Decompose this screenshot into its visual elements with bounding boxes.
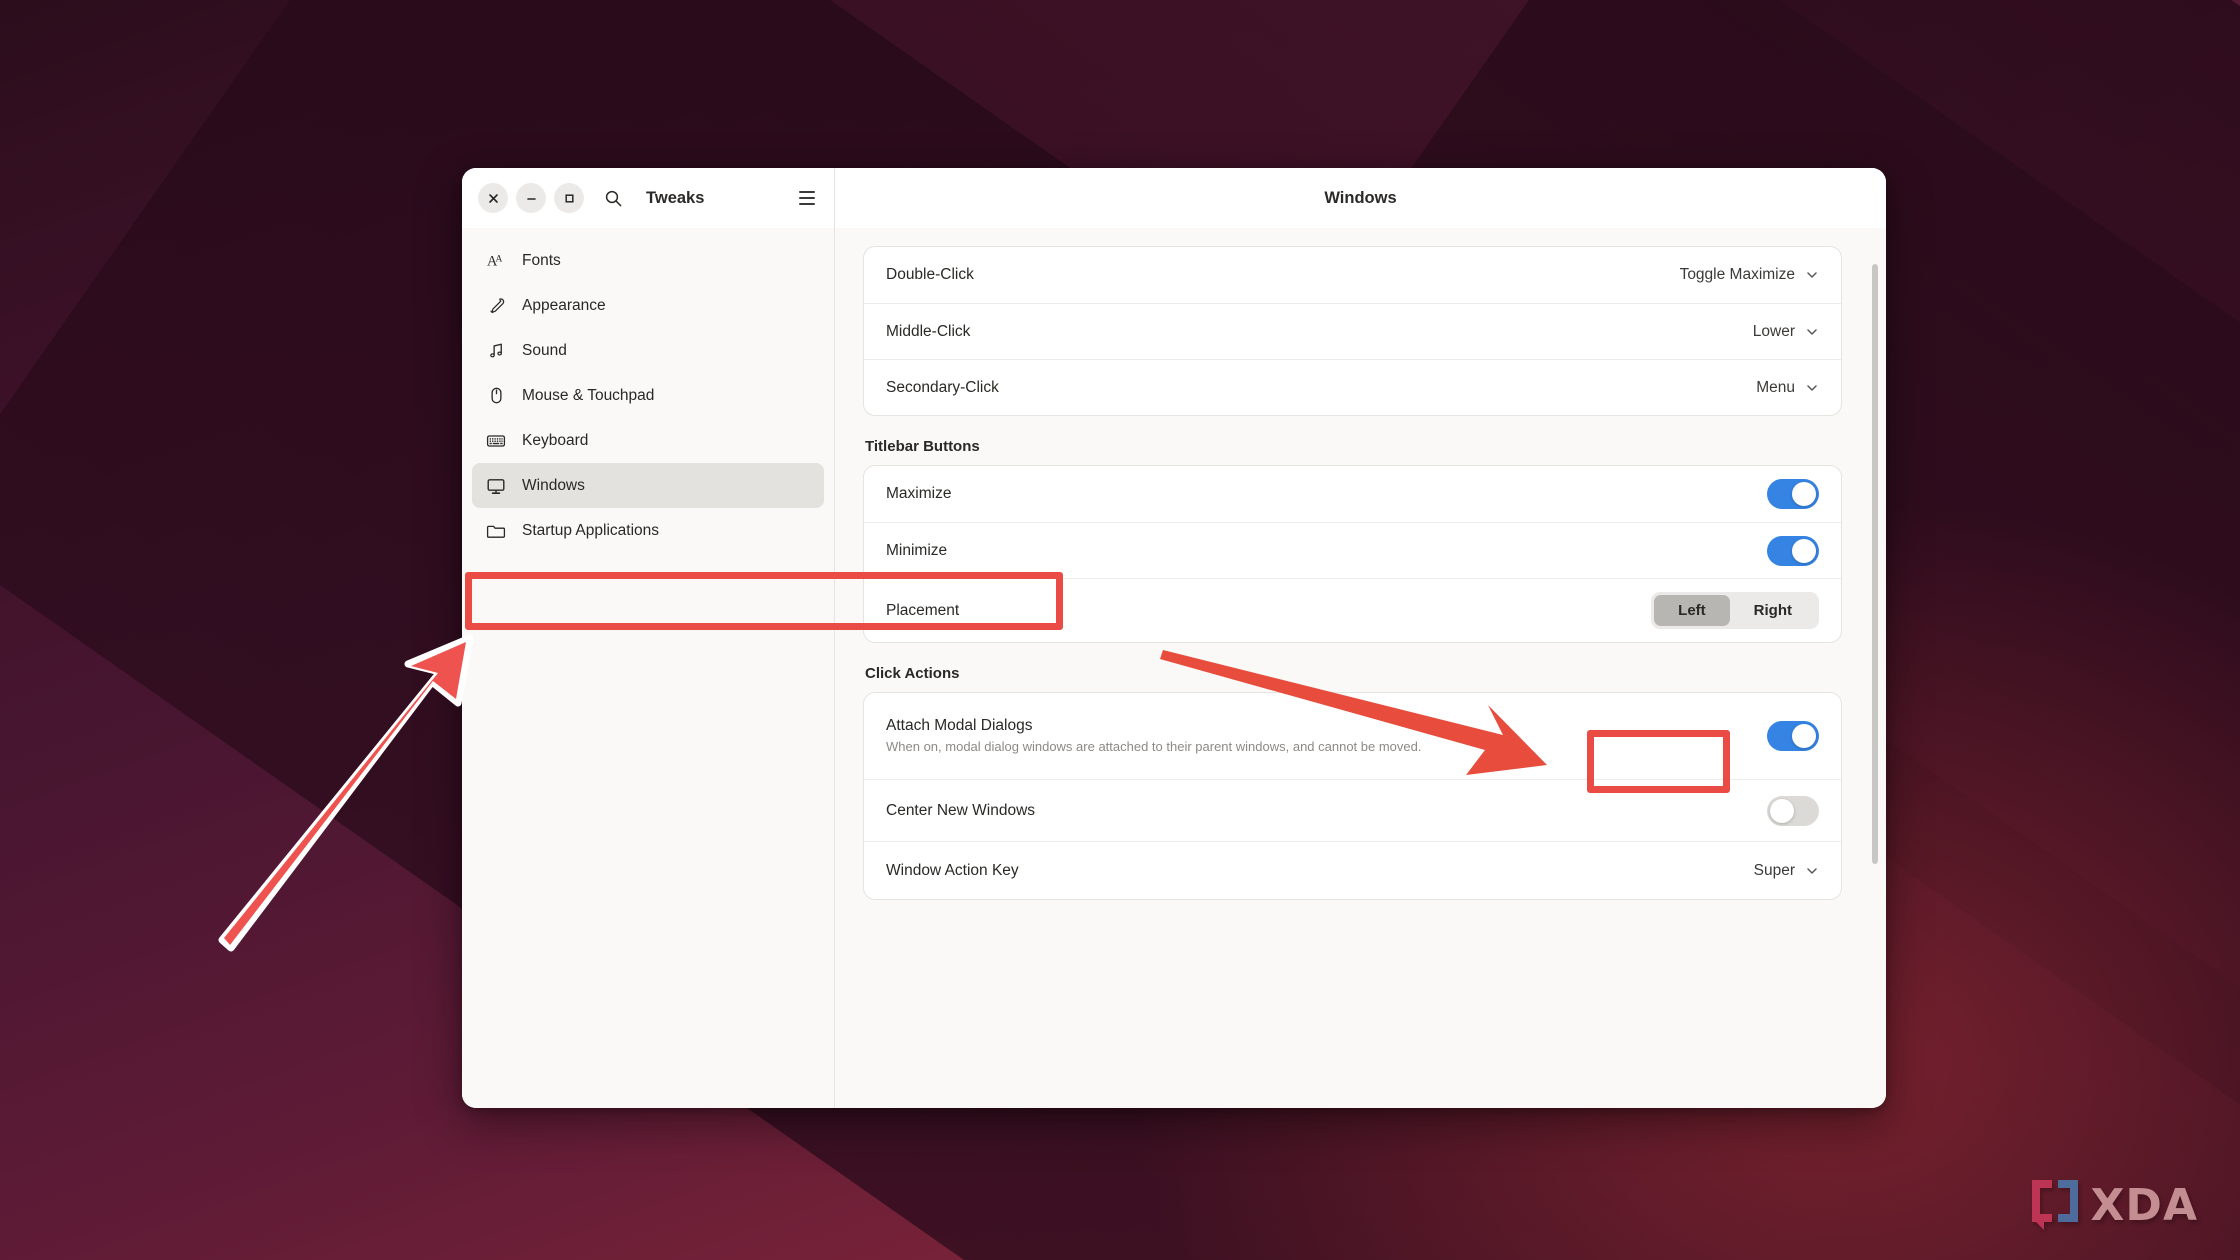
sidebar-item-windows[interactable]: Windows [472, 463, 824, 508]
chevron-down-icon [1807, 272, 1817, 278]
folder-icon [486, 521, 506, 541]
close-icon [488, 193, 498, 203]
row-label: Maximize [886, 485, 952, 502]
window-body: A A Fonts Appearance Sound Mouse & Touch… [462, 228, 1886, 1108]
row-label: Center New Windows [886, 801, 1036, 819]
toggle-knob [1792, 724, 1816, 748]
chevron-down-icon [1807, 867, 1817, 874]
chevron-down-icon [1807, 384, 1817, 391]
maximize-button[interactable] [554, 183, 584, 213]
xda-bracket-logo [2030, 1178, 2082, 1232]
sidebar-item-appearance[interactable]: Appearance [472, 283, 824, 328]
hamburger-line [799, 191, 815, 193]
sidebar-item-sound[interactable]: Sound [472, 328, 824, 373]
toggle-knob [1792, 482, 1816, 506]
click-actions-card: Attach Modal Dialogs When on, modal dial… [863, 692, 1842, 900]
placement-option-right[interactable]: Right [1730, 595, 1816, 626]
row-maximize[interactable]: Maximize [864, 466, 1841, 522]
minimize-toggle[interactable] [1767, 535, 1819, 566]
keyboard-icon [486, 431, 506, 451]
row-label: Window Action Key [886, 861, 1019, 879]
toggle-knob [1770, 798, 1794, 823]
click-behavior-card: Double-Click Toggle Maximize Middle-Clic… [863, 246, 1842, 416]
headerbar-right: Windows [835, 168, 1886, 228]
row-label: Double-Click [886, 266, 974, 283]
headerbar-left: Tweaks [462, 168, 835, 228]
row-title: Attach Modal Dialogs [886, 717, 1033, 735]
row-minimize[interactable]: Minimize [864, 522, 1841, 578]
center-new-windows-toggle[interactable] [1767, 795, 1819, 826]
display-icon [486, 476, 506, 496]
row-value: Super [1753, 861, 1795, 879]
row-label: Placement [886, 601, 960, 619]
svg-text:A: A [495, 254, 502, 264]
main-menu-button[interactable] [794, 185, 820, 211]
mouse-icon [486, 386, 506, 406]
row-value: Menu [1756, 378, 1795, 396]
sidebar-item-label: Sound [522, 341, 567, 359]
maximize-toggle[interactable] [1767, 479, 1819, 509]
row-label: Minimize [886, 541, 948, 559]
headerbar: Tweaks Windows [462, 168, 1886, 228]
section-title-click-actions: Click Actions [865, 665, 960, 682]
row-label: Secondary-Click [886, 378, 999, 396]
search-button[interactable] [598, 183, 628, 213]
settings-content: Double-Click Toggle Maximize Middle-Clic… [835, 228, 1886, 1108]
arrow-to-sidebar [218, 634, 474, 952]
row-placement: Placement Left Right [864, 578, 1841, 642]
titlebar-buttons-card: Maximize Minimize Placement Left Right [863, 465, 1842, 643]
sound-icon [486, 341, 506, 361]
xda-watermark: XDA [2030, 1178, 2199, 1232]
appearance-icon [486, 296, 506, 316]
sidebar-item-label: Keyboard [522, 431, 589, 449]
placement-option-left[interactable]: Left [1654, 595, 1730, 626]
row-secondary-click[interactable]: Secondary-Click Menu [864, 359, 1841, 415]
xda-wordmark: XDA [2090, 1179, 2198, 1231]
row-description: When on, modal dialog windows are attach… [886, 739, 1422, 755]
page-title: Windows [1324, 188, 1397, 207]
desktop-wallpaper: Tweaks Windows A A Fonts Appearance Soun… [0, 0, 2240, 1260]
sidebar-item-fonts[interactable]: A A Fonts [472, 238, 824, 283]
row-double-click[interactable]: Double-Click Toggle Maximize [864, 247, 1841, 303]
row-center-new-windows[interactable]: Center New Windows [864, 779, 1841, 841]
maximize-icon [564, 193, 574, 203]
sidebar: A A Fonts Appearance Sound Mouse & Touch… [462, 228, 835, 1108]
tweaks-window: Tweaks Windows A A Fonts Appearance Soun… [462, 168, 1886, 1108]
section-title-titlebar-buttons: Titlebar Buttons [865, 438, 980, 455]
sidebar-item-label: Mouse & Touchpad [522, 386, 655, 404]
xda-logo-icon [2031, 1180, 2078, 1230]
sidebar-item-label: Fonts [522, 251, 561, 269]
row-attach-modal-dialogs[interactable]: Attach Modal Dialogs When on, modal dial… [864, 693, 1841, 779]
toggle-knob [1792, 538, 1816, 563]
sidebar-item-startup-applications[interactable]: Startup Applications [472, 508, 824, 553]
content-scrollbar[interactable] [1872, 264, 1878, 864]
row-value: Toggle Maximize [1679, 266, 1795, 283]
row-label: Middle-Click [886, 322, 971, 340]
row-value: Lower [1752, 322, 1795, 340]
row-text-block: Attach Modal Dialogs When on, modal dial… [886, 704, 1767, 768]
window-title: Tweaks [646, 188, 705, 207]
attach-modal-dialogs-toggle[interactable] [1767, 721, 1819, 751]
minimize-icon [526, 197, 536, 200]
sidebar-item-mouse-touchpad[interactable]: Mouse & Touchpad [472, 373, 824, 418]
hamburger-line [799, 203, 815, 205]
search-icon [605, 190, 621, 206]
placement-segmented-control[interactable]: Left Right [1651, 592, 1819, 629]
sidebar-item-keyboard[interactable]: Keyboard [472, 418, 824, 463]
fonts-icon: A A [486, 251, 506, 271]
minimize-button[interactable] [516, 183, 546, 213]
sidebar-item-label: Windows [522, 476, 585, 494]
close-button[interactable] [478, 183, 508, 213]
sidebar-item-label: Appearance [522, 296, 606, 314]
row-middle-click[interactable]: Middle-Click Lower [864, 303, 1841, 359]
hamburger-line [799, 197, 815, 199]
row-window-action-key[interactable]: Window Action Key Super [864, 841, 1841, 899]
chevron-down-icon [1807, 328, 1817, 335]
sidebar-item-label: Startup Applications [522, 521, 660, 539]
